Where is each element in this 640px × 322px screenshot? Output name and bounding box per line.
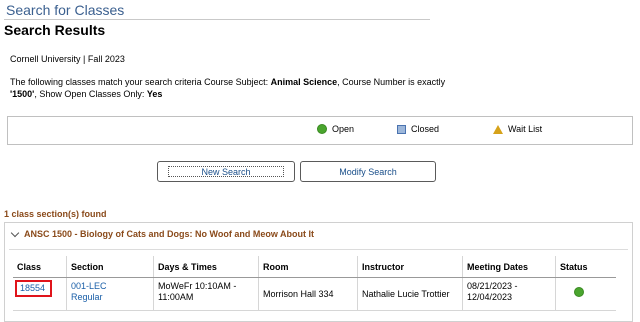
course-header-divider — [9, 249, 628, 250]
section-session: Regular — [71, 292, 103, 302]
modify-search-label: Modify Search — [339, 166, 397, 177]
course-section-panel: ANSC 1500 - Biology of Cats and Dogs: No… — [4, 222, 633, 322]
legend-closed: Closed — [397, 124, 439, 134]
criteria-number: '1500' — [10, 89, 35, 99]
meeting-end-date: 12/04/2023 — [467, 292, 513, 302]
table-row: 18554 001-LEC Regular MoWeFr 10:10AM -11:… — [13, 277, 616, 311]
open-status-icon — [574, 287, 584, 297]
results-title: Search Results — [4, 22, 106, 38]
legend-closed-label: Closed — [411, 124, 440, 134]
course-title: ANSC 1500 - Biology of Cats and Dogs: No… — [24, 229, 314, 239]
class-sections-table: Class Section Days & Times Room Instruct… — [13, 256, 616, 311]
open-circle-icon — [317, 124, 327, 134]
page-heading: Search for Classes — [6, 2, 125, 18]
meeting-dates-cell: 08/21/2023 -12/04/2023 — [462, 277, 556, 311]
column-header-room: Room — [258, 256, 358, 278]
closed-square-icon — [397, 124, 406, 134]
status-cell — [555, 277, 616, 311]
table-header-row: Class Section Days & Times Room Instruct… — [13, 256, 616, 278]
column-header-meeting-dates: Meeting Dates — [462, 256, 556, 278]
days-times-cell: MoWeFr 10:10AM -11:00AM — [153, 277, 259, 311]
institution-term: Cornell University | Fall 2023 — [10, 54, 125, 64]
instructor-cell: Nathalie Lucie Trottier — [357, 277, 463, 311]
criteria-subject: Animal Science — [270, 77, 338, 87]
days-times-start: MoWeFr 10:10AM - — [158, 281, 237, 291]
column-header-days-times: Days & Times — [153, 256, 259, 278]
course-header-toggle[interactable]: ANSC 1500 - Biology of Cats and Dogs: No… — [10, 228, 314, 239]
wait-list-triangle-icon — [493, 124, 503, 134]
column-header-class: Class — [13, 256, 67, 278]
focus-outline — [168, 166, 284, 177]
days-times-end: 11:00AM — [158, 292, 194, 302]
results-count: 1 class section(s) found — [4, 209, 107, 219]
criteria-open-label: , Show Open Classes Only: — [34, 89, 147, 99]
section-link[interactable]: 001-LEC Regular — [71, 281, 107, 302]
legend-wait-list: Wait List — [493, 124, 542, 134]
section-component: 001-LEC — [71, 281, 107, 291]
legend-wait-list-label: Wait List — [508, 124, 543, 134]
class-number-link[interactable]: 18554 — [15, 280, 53, 297]
chevron-down-icon — [10, 228, 20, 237]
meeting-start-date: 08/21/2023 - — [467, 281, 518, 291]
class-number-cell: 18554 — [13, 277, 67, 311]
column-header-status: Status — [555, 256, 616, 278]
column-header-section: Section — [66, 256, 154, 278]
criteria-mid: , Course Number is exactly — [337, 77, 446, 87]
legend-open-label: Open — [332, 124, 355, 134]
section-cell: 001-LEC Regular — [66, 277, 154, 311]
new-search-button[interactable]: New Search — [157, 161, 295, 182]
room-cell: Morrison Hall 334 — [258, 277, 358, 311]
legend-open: Open — [317, 124, 354, 134]
status-legend: Open Closed Wait List — [7, 116, 633, 145]
modify-search-button[interactable]: Modify Search — [300, 161, 436, 182]
search-criteria: The following classes match your search … — [10, 76, 470, 100]
criteria-open-value: Yes — [146, 89, 163, 99]
criteria-prefix: The following classes match your search … — [10, 77, 271, 87]
column-header-instructor: Instructor — [357, 256, 463, 278]
heading-divider — [4, 19, 430, 20]
